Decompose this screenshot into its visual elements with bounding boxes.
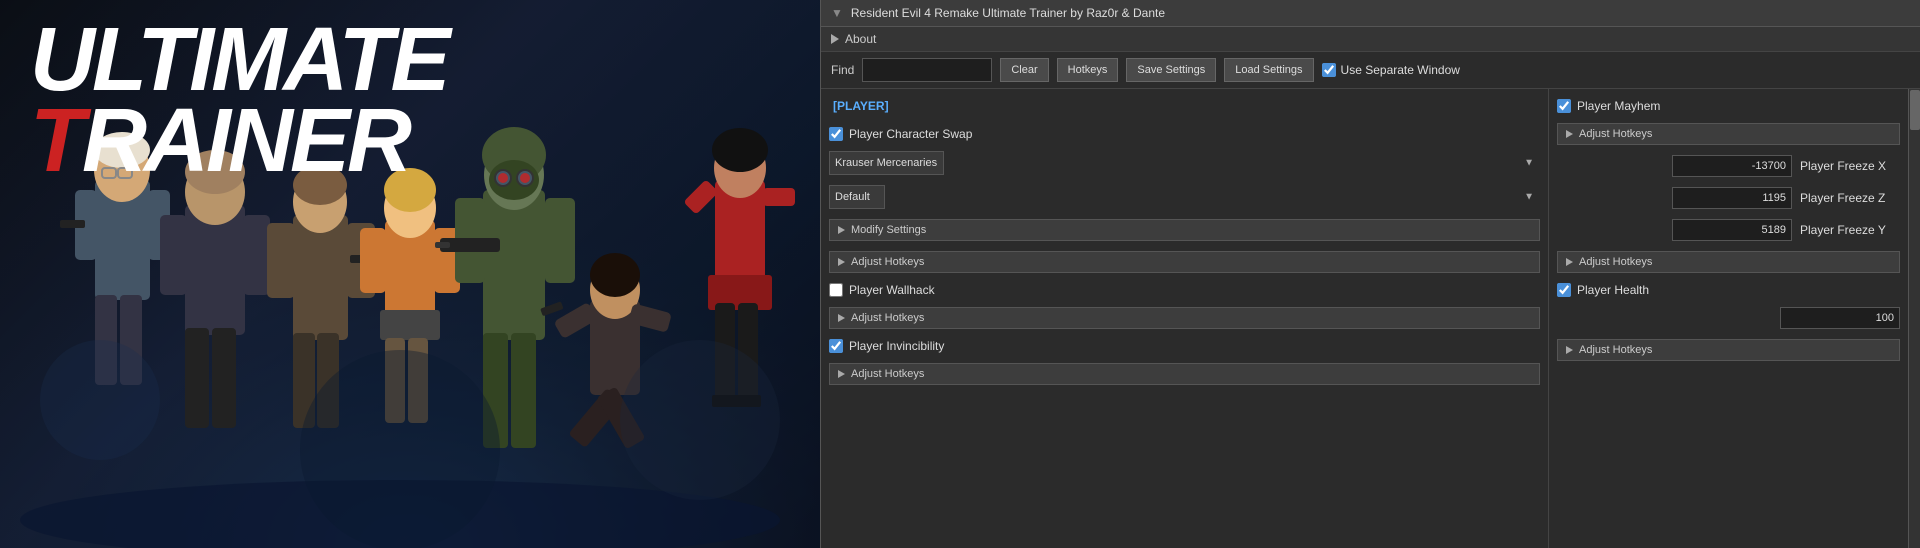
invincibility-checkbox[interactable] [829,339,843,353]
use-separate-window-label[interactable]: Use Separate Window [1322,63,1460,77]
adjust-hotkeys-health-arrow-icon [1566,346,1573,354]
ultimate-title: ULTIMATE [30,20,448,101]
adjust-hotkeys-mayhem-button[interactable]: Adjust Hotkeys [1557,123,1900,145]
invincibility-row: Player Invincibility [829,337,1540,355]
freeze-z-label: Player Freeze Z [1800,191,1900,205]
main-content: [PLAYER] Player Character Swap Krauser M… [821,89,1920,548]
health-checkbox[interactable] [1557,283,1571,297]
health-label: Player Health [1577,283,1649,297]
health-value-row [1557,305,1900,331]
wallhack-checkbox[interactable] [829,283,843,297]
use-separate-window-text: Use Separate Window [1341,63,1460,77]
adjust-hotkeys-1-label: Adjust Hotkeys [851,256,924,268]
freeze-x-label: Player Freeze X [1800,159,1900,173]
freeze-z-input[interactable] [1672,187,1792,209]
save-settings-button[interactable]: Save Settings [1126,58,1216,82]
adjust-hotkeys-3-arrow-icon [838,370,845,378]
modify-settings-button[interactable]: Modify Settings [829,219,1540,241]
trainer-panel: ▼ Resident Evil 4 Remake Ultimate Traine… [820,0,1920,548]
dropdown2-arrow-icon: ▼ [1524,192,1534,203]
scrollbar-track[interactable] [1908,89,1920,548]
title-bar: ▼ Resident Evil 4 Remake Ultimate Traine… [821,0,1920,27]
adjust-hotkeys-2-label: Adjust Hotkeys [851,312,924,324]
trainer-title: TRAINER [30,101,448,182]
player-section-header: [PLAYER] [829,97,1540,115]
adjust-hotkeys-2-arrow-icon [838,314,845,322]
freeze-x-input[interactable] [1672,155,1792,177]
adjust-hotkeys-health-label: Adjust Hotkeys [1579,344,1652,356]
dropdown2-wrapper: Default Variant 1 Variant 2 ▼ [829,185,1540,209]
about-play-icon[interactable] [831,34,839,44]
use-separate-window-checkbox[interactable] [1322,63,1336,77]
left-column: [PLAYER] Player Character Swap Krauser M… [821,89,1548,548]
adjust-hotkeys-3-label: Adjust Hotkeys [851,368,924,380]
game-title-text: ULTIMATE TRAINER [30,20,448,182]
adjust-hotkeys-1-button[interactable]: Adjust Hotkeys [829,251,1540,273]
adjust-hotkeys-2-button[interactable]: Adjust Hotkeys [829,307,1540,329]
health-value-input[interactable] [1780,307,1900,329]
freeze-y-label: Player Freeze Y [1800,223,1900,237]
character-dropdown[interactable]: Krauser Mercenaries Leon Ashley Ada [829,151,944,175]
mayhem-row: Player Mayhem [1557,97,1900,115]
about-label: About [845,32,876,46]
adjust-hotkeys-mayhem-arrow-icon [1566,130,1573,138]
title-icon: ▼ [831,6,843,20]
wallhack-row: Player Wallhack [829,281,1540,299]
adjust-hotkeys-freeze-button[interactable]: Adjust Hotkeys [1557,251,1900,273]
right-column: Player Mayhem Adjust Hotkeys Player Free… [1548,89,1908,548]
character-swap-row: Player Character Swap [829,125,1540,143]
dropdown1-arrow-icon: ▼ [1524,158,1534,169]
adjust-hotkeys-1-arrow-icon [838,258,845,266]
freeze-x-row: Player Freeze X [1557,153,1900,179]
mayhem-checkbox[interactable] [1557,99,1571,113]
dropdown1-row: Krauser Mercenaries Leon Ashley Ada ▼ [829,149,1540,177]
freeze-y-input[interactable] [1672,219,1792,241]
dropdown1-wrapper: Krauser Mercenaries Leon Ashley Ada ▼ [829,151,1540,175]
modify-settings-label: Modify Settings [851,224,926,236]
about-bar: About [821,27,1920,52]
freeze-y-row: Player Freeze Y [1557,217,1900,243]
modify-settings-arrow-icon [838,226,845,234]
health-row: Player Health [1557,281,1900,299]
freeze-z-row: Player Freeze Z [1557,185,1900,211]
wallhack-label: Player Wallhack [849,283,935,297]
scrollbar-thumb[interactable] [1910,90,1920,130]
character-swap-label: Player Character Swap [849,127,972,141]
invincibility-label: Player Invincibility [849,339,944,353]
game-art-panel: ULTIMATE TRAINER [0,0,820,548]
hotkeys-button[interactable]: Hotkeys [1057,58,1119,82]
load-settings-button[interactable]: Load Settings [1224,58,1313,82]
title-bar-text: Resident Evil 4 Remake Ultimate Trainer … [851,6,1165,20]
find-label: Find [831,63,854,77]
character-swap-checkbox[interactable] [829,127,843,141]
adjust-hotkeys-3-button[interactable]: Adjust Hotkeys [829,363,1540,385]
find-input[interactable] [862,58,992,82]
adjust-hotkeys-health-button[interactable]: Adjust Hotkeys [1557,339,1900,361]
dropdown2-row: Default Variant 1 Variant 2 ▼ [829,183,1540,211]
adjust-hotkeys-freeze-arrow-icon [1566,258,1573,266]
mayhem-label: Player Mayhem [1577,99,1660,113]
clear-button[interactable]: Clear [1000,58,1048,82]
find-bar: Find Clear Hotkeys Save Settings Load Se… [821,52,1920,89]
adjust-hotkeys-freeze-label: Adjust Hotkeys [1579,256,1652,268]
adjust-hotkeys-mayhem-label: Adjust Hotkeys [1579,128,1652,140]
variant-dropdown[interactable]: Default Variant 1 Variant 2 [829,185,885,209]
